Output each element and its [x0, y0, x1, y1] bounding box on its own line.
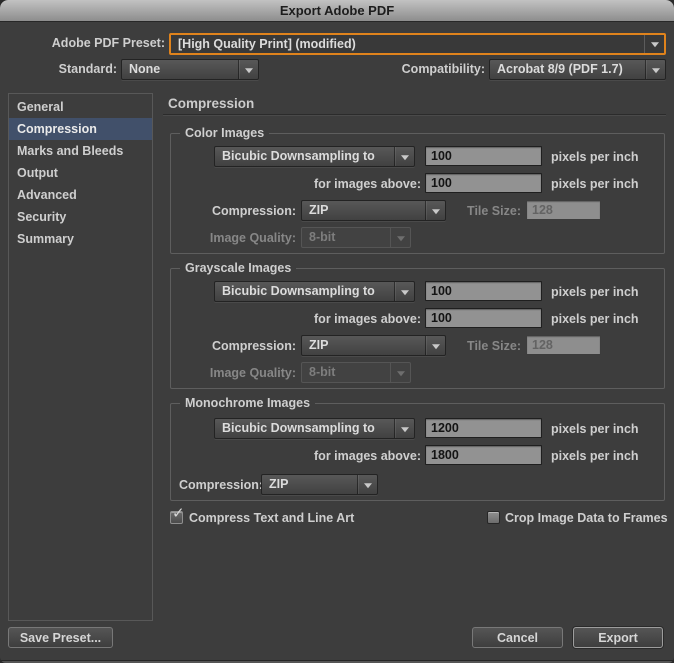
grayscale-compression-label: Compression:: [171, 336, 296, 356]
page-title: Compression: [168, 96, 254, 111]
grayscale-resolution-input[interactable]: [425, 281, 542, 301]
dialog-title: Export Adobe PDF: [280, 3, 394, 18]
check-icon: ✓: [172, 506, 185, 521]
monochrome-above-input[interactable]: [425, 445, 542, 465]
color-image-quality-label: Image Quality:: [171, 228, 296, 248]
monochrome-images-legend: Monochrome Images: [180, 396, 315, 410]
save-preset-button[interactable]: Save Preset...: [8, 627, 113, 648]
compress-text-label[interactable]: Compress Text and Line Art: [189, 511, 354, 526]
save-preset-label: Save Preset...: [20, 631, 101, 645]
grayscale-image-quality-label: Image Quality:: [171, 363, 296, 383]
chevron-down-icon: [394, 282, 414, 301]
chevron-down-icon: [357, 475, 377, 494]
color-compression-value: ZIP: [302, 201, 425, 220]
monochrome-resolution-input[interactable]: [425, 418, 542, 438]
grayscale-downsample-dropdown[interactable]: Bicubic Downsampling to: [214, 281, 415, 302]
color-resolution-unit: pixels per inch: [551, 147, 639, 167]
chevron-down-icon: [390, 363, 410, 382]
standard-value: None: [122, 60, 238, 79]
color-images-group: Color Images Bicubic Downsampling to pix…: [170, 133, 665, 254]
chevron-down-icon: [644, 35, 664, 53]
sidebar-item-output[interactable]: Output: [9, 162, 152, 184]
chevron-down-icon: [238, 60, 258, 79]
grayscale-image-quality-dropdown: 8-bit: [301, 362, 411, 383]
grayscale-image-quality-value: 8-bit: [302, 363, 390, 382]
grayscale-resolution-unit: pixels per inch: [551, 282, 639, 302]
color-tile-size-input: [526, 200, 601, 220]
color-downsample-dropdown[interactable]: Bicubic Downsampling to: [214, 146, 415, 167]
color-above-input[interactable]: [425, 173, 542, 193]
color-resolution-input[interactable]: [425, 146, 542, 166]
monochrome-above-unit: pixels per inch: [551, 446, 639, 466]
export-button[interactable]: Export: [573, 627, 663, 648]
title-bar[interactable]: Export Adobe PDF: [0, 0, 674, 22]
color-tile-size-label: Tile Size:: [421, 201, 521, 221]
export-adobe-pdf-dialog: Export Adobe PDF Adobe PDF Preset: [High…: [0, 0, 674, 663]
grayscale-images-legend: Grayscale Images: [180, 261, 296, 275]
heading-divider: [163, 114, 666, 116]
monochrome-downsample-value: Bicubic Downsampling to: [215, 419, 394, 438]
pdf-preset-value: [High Quality Print] (modified): [171, 35, 644, 54]
sidebar-item-general[interactable]: General: [9, 96, 152, 118]
grayscale-tile-size-input: [526, 335, 601, 355]
chevron-down-icon: [390, 228, 410, 247]
monochrome-above-label: for images above:: [231, 446, 421, 466]
grayscale-compression-value: ZIP: [302, 336, 425, 355]
color-compression-label: Compression:: [171, 201, 296, 221]
sidebar-item-summary[interactable]: Summary: [9, 228, 152, 250]
chevron-down-icon: [394, 147, 414, 166]
grayscale-downsample-value: Bicubic Downsampling to: [215, 282, 394, 301]
standard-dropdown[interactable]: None: [121, 59, 259, 80]
crop-image-data-label[interactable]: Crop Image Data to Frames: [505, 511, 668, 526]
monochrome-resolution-unit: pixels per inch: [551, 419, 639, 439]
export-label: Export: [598, 631, 638, 645]
color-downsample-value: Bicubic Downsampling to: [215, 147, 394, 166]
monochrome-downsample-dropdown[interactable]: Bicubic Downsampling to: [214, 418, 415, 439]
grayscale-above-label: for images above:: [231, 309, 421, 329]
sidebar-item-compression[interactable]: Compression: [9, 118, 152, 140]
compress-text-checkbox[interactable]: ✓: [170, 511, 183, 524]
crop-image-data-checkbox[interactable]: [487, 511, 500, 524]
sidebar-item-marks-and-bleeds[interactable]: Marks and Bleeds: [9, 140, 152, 162]
chevron-down-icon: [645, 60, 665, 79]
grayscale-above-input[interactable]: [425, 308, 542, 328]
color-above-label: for images above:: [231, 174, 421, 194]
compatibility-dropdown[interactable]: Acrobat 8/9 (PDF 1.7): [489, 59, 666, 80]
sidebar-item-security[interactable]: Security: [9, 206, 152, 228]
chevron-down-icon: [394, 419, 414, 438]
monochrome-compression-dropdown[interactable]: ZIP: [261, 474, 378, 495]
compatibility-value: Acrobat 8/9 (PDF 1.7): [490, 60, 645, 79]
cancel-button[interactable]: Cancel: [472, 627, 563, 648]
sidebar-item-advanced[interactable]: Advanced: [9, 184, 152, 206]
grayscale-tile-size-label: Tile Size:: [421, 336, 521, 356]
standard-label: Standard:: [0, 59, 117, 80]
grayscale-above-unit: pixels per inch: [551, 309, 639, 329]
settings-category-list: General Compression Marks and Bleeds Out…: [8, 93, 153, 621]
monochrome-compression-value: ZIP: [262, 475, 357, 494]
color-image-quality-value: 8-bit: [302, 228, 390, 247]
monochrome-images-group: Monochrome Images Bicubic Downsampling t…: [170, 403, 665, 501]
compatibility-label: Compatibility:: [320, 59, 485, 80]
color-above-unit: pixels per inch: [551, 174, 639, 194]
cancel-label: Cancel: [497, 631, 538, 645]
color-image-quality-dropdown: 8-bit: [301, 227, 411, 248]
grayscale-images-group: Grayscale Images Bicubic Downsampling to…: [170, 268, 665, 389]
pdf-preset-dropdown[interactable]: [High Quality Print] (modified): [169, 33, 666, 55]
color-images-legend: Color Images: [180, 126, 269, 140]
monochrome-compression-label: Compression:: [179, 475, 263, 495]
preset-label: Adobe PDF Preset:: [0, 33, 165, 54]
